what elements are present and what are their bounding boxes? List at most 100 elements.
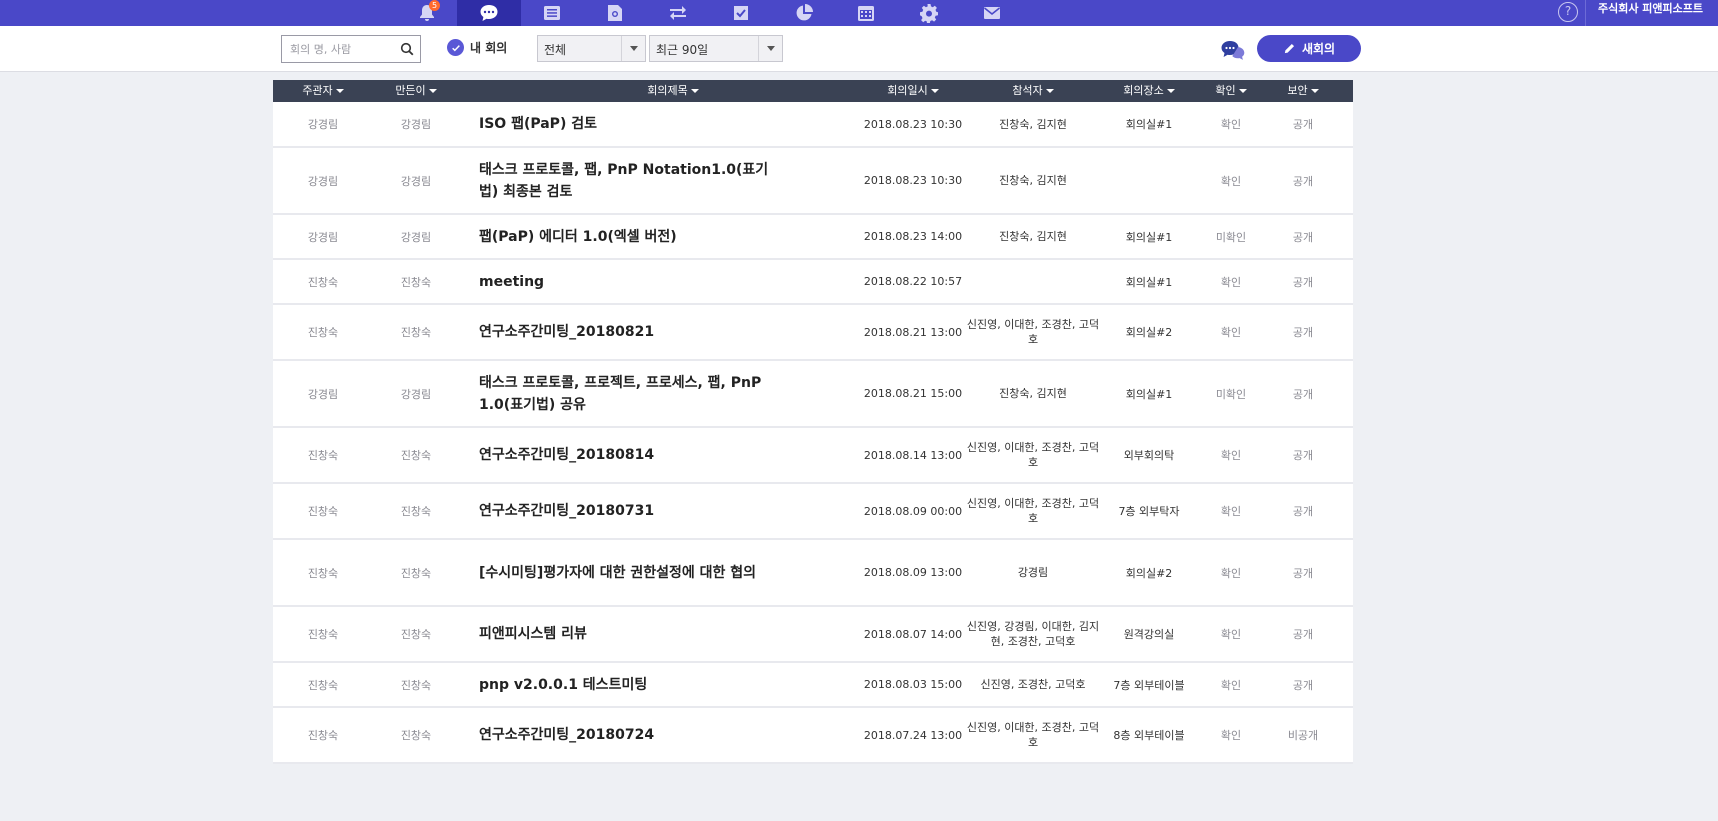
header-title[interactable]: 회의제목 <box>523 80 823 102</box>
meeting-title-link[interactable]: pnp v2.0.0.1 테스트미팅 <box>479 663 779 706</box>
table-row[interactable]: 진창숙 진창숙 [수시미팅]평가자에 대한 권한설정에 대한 협의 2018.08.0… <box>273 540 1353 607</box>
calendar-icon[interactable] <box>834 0 898 26</box>
meeting-title-link[interactable]: 팹(PaP) 에디터 1.0(엑셀 버전) <box>479 215 779 258</box>
search-icon[interactable] <box>400 42 414 56</box>
cell-creator: 진창숙 <box>400 628 432 641</box>
filter-type-select[interactable]: 전체 <box>537 35 646 62</box>
table-row[interactable]: 진창숙 진창숙 연구소주간미팅_20180821 2018.08.21 13:00 신진… <box>273 305 1353 361</box>
notification-badge: 5 <box>429 0 440 11</box>
meeting-title-link[interactable]: meeting <box>479 260 779 303</box>
cell-host: 진창숙 <box>307 678 339 692</box>
cell-host: 진창숙 <box>307 505 339 518</box>
cell-attendees: 신진영, 이대한, 조경찬, 고덕호 <box>966 721 1100 749</box>
chat-bubble-icon[interactable] <box>1219 38 1247 62</box>
cell-creator: 진창숙 <box>400 275 432 289</box>
filter-period-select[interactable]: 최근 90일 <box>649 35 783 62</box>
meeting-title-link[interactable]: 연구소주간미팅_20180731 <box>479 484 779 538</box>
meeting-title-link[interactable]: 태스크 프로토콜, 프로젝트, 프로세스, 팹, PnP 1.0(표기법) 공유 <box>479 361 779 426</box>
header-security[interactable]: 보안 <box>1263 80 1343 102</box>
cell-confirm: 확인 <box>1220 326 1242 339</box>
table-row[interactable]: 진창숙 진창숙 meeting 2018.08.22 10:57 회의실#1 확인 공개 <box>273 260 1353 305</box>
filter-period-value: 최근 90일 <box>656 43 709 57</box>
cell-host: 진창숙 <box>307 326 339 339</box>
cell-confirm: 확인 <box>1220 729 1242 742</box>
cell-attendees <box>963 260 1103 303</box>
cell-host: 진창숙 <box>307 449 339 462</box>
cell-host: 강경림 <box>307 118 339 131</box>
meeting-title-link[interactable]: 피앤피시스템 리뷰 <box>479 607 779 661</box>
pie-chart-icon[interactable] <box>772 0 836 26</box>
cell-creator: 진창숙 <box>400 729 432 742</box>
table-row[interactable]: 진창숙 진창숙 연구소주간미팅_20180731 2018.08.09 00:00 신진… <box>273 484 1353 540</box>
sort-arrow-icon <box>335 89 344 93</box>
cell-host: 강경림 <box>307 174 339 188</box>
my-meetings-label: 내 회의 <box>470 41 508 55</box>
meeting-title-link[interactable]: 연구소주간미팅_20180724 <box>479 708 779 762</box>
list-icon[interactable] <box>520 0 584 26</box>
bell-icon[interactable]: 5 <box>395 0 459 26</box>
transfer-icon[interactable] <box>646 0 710 26</box>
cell-attendees: 신진영, 조경찬, 고덕호 <box>980 678 1086 691</box>
header-confirm[interactable]: 확인 <box>1191 80 1271 102</box>
cell-confirm: 확인 <box>1220 628 1242 641</box>
cell-place: 회의실#1 <box>1125 387 1173 401</box>
gear-icon[interactable] <box>897 0 961 26</box>
cell-host: 강경림 <box>307 230 339 244</box>
cell-security: 공개 <box>1292 275 1314 289</box>
cell-place: 회의실#1 <box>1125 275 1173 289</box>
cell-creator: 진창숙 <box>400 566 432 580</box>
cell-security: 공개 <box>1292 174 1314 188</box>
cell-host: 진창숙 <box>307 628 339 641</box>
cell-confirm: 미확인 <box>1215 230 1247 244</box>
table-row[interactable]: 강경림 강경림 태스크 프로토콜, 프로젝트, 프로세스, 팹, PnP 1.0(표… <box>273 361 1353 428</box>
meeting-title-link[interactable]: [수시미팅]평가자에 대한 권한설정에 대한 협의 <box>479 540 779 605</box>
table-row[interactable]: 진창숙 진창숙 연구소주간미팅_20180814 2018.08.14 13:00 신진… <box>273 428 1353 484</box>
pencil-icon <box>1284 43 1294 54</box>
sort-arrow-icon <box>1310 89 1319 93</box>
cell-attendees: 신진영, 이대한, 조경찬, 고덕호 <box>966 497 1100 525</box>
cell-place: 원격강의실 <box>1123 628 1175 641</box>
search-input[interactable] <box>290 41 400 57</box>
header-host[interactable]: 주관자 <box>273 80 373 102</box>
table-row[interactable]: 진창숙 진창숙 pnp v2.0.0.1 테스트미팅 2018.08.03 15:00… <box>273 663 1353 708</box>
toolbar: 내 회의 전체 최근 90일 새회의 <box>0 26 1718 72</box>
help-icon[interactable]: ? <box>1558 2 1578 22</box>
mail-icon[interactable] <box>960 0 1024 26</box>
cell-creator: 강경림 <box>400 118 432 131</box>
cell-security: 공개 <box>1292 628 1314 641</box>
checkbox-icon[interactable] <box>709 0 773 26</box>
cell-confirm: 확인 <box>1220 275 1242 289</box>
meeting-title-link[interactable]: 연구소주간미팅_20180821 <box>479 305 779 359</box>
sort-arrow-icon <box>930 89 939 93</box>
document-search-icon[interactable] <box>583 0 647 26</box>
cell-security: 공개 <box>1292 118 1314 131</box>
table-row[interactable]: 진창숙 진창숙 연구소주간미팅_20180724 2018.07.24 13:00 신진… <box>273 708 1353 764</box>
table-row[interactable]: 강경림 강경림 태스크 프로토콜, 팹, PnP Notation1.0(표기법) … <box>273 148 1353 215</box>
table-row[interactable]: 진창숙 진창숙 피앤피시스템 리뷰 2018.08.07 14:00 신진영, 강경림,… <box>273 607 1353 663</box>
cell-place: 회의실#1 <box>1125 230 1173 244</box>
sort-arrow-icon <box>1166 89 1175 93</box>
header-place[interactable]: 회의장소 <box>1097 80 1201 102</box>
meeting-title-link[interactable]: 연구소주간미팅_20180814 <box>479 428 779 482</box>
cell-confirm: 확인 <box>1220 678 1242 692</box>
cell-creator: 진창숙 <box>400 326 432 339</box>
chat-icon[interactable] <box>457 0 521 26</box>
cell-host: 강경림 <box>307 387 339 401</box>
cell-confirm: 확인 <box>1220 174 1242 188</box>
meeting-title-link[interactable]: 태스크 프로토콜, 팹, PnP Notation1.0(표기법) 최종본 검토 <box>479 148 779 213</box>
table-row[interactable]: 강경림 강경림 팹(PaP) 에디터 1.0(엑셀 버전) 2018.08.23 14… <box>273 215 1353 260</box>
table-row[interactable]: 강경림 강경림 ISO 팹(PaP) 검토 2018.08.23 10:30 진창숙, … <box>273 102 1353 148</box>
cell-security: 공개 <box>1292 505 1314 518</box>
search-box[interactable] <box>281 35 421 63</box>
header-creator[interactable]: 만든이 <box>366 80 466 102</box>
filter-type-value: 전체 <box>544 43 567 57</box>
cell-attendees: 진창숙, 김지현 <box>999 387 1067 400</box>
meeting-title-link[interactable]: ISO 팹(PaP) 검토 <box>479 102 779 146</box>
header-attendees[interactable]: 참석자 <box>963 80 1103 102</box>
new-meeting-button[interactable]: 새회의 <box>1257 35 1361 62</box>
table-header: 주관자 만든이 회의제목 회의일시 참석자 회의장소 확인 보안 <box>273 80 1353 102</box>
my-meetings-toggle[interactable]: 내 회의 <box>447 39 507 56</box>
company-name[interactable]: 주식회사 피앤피소프트 <box>1598 0 1703 26</box>
cell-attendees: 신진영, 이대한, 조경찬, 고덕호 <box>966 318 1100 346</box>
cell-confirm: 확인 <box>1220 566 1242 580</box>
